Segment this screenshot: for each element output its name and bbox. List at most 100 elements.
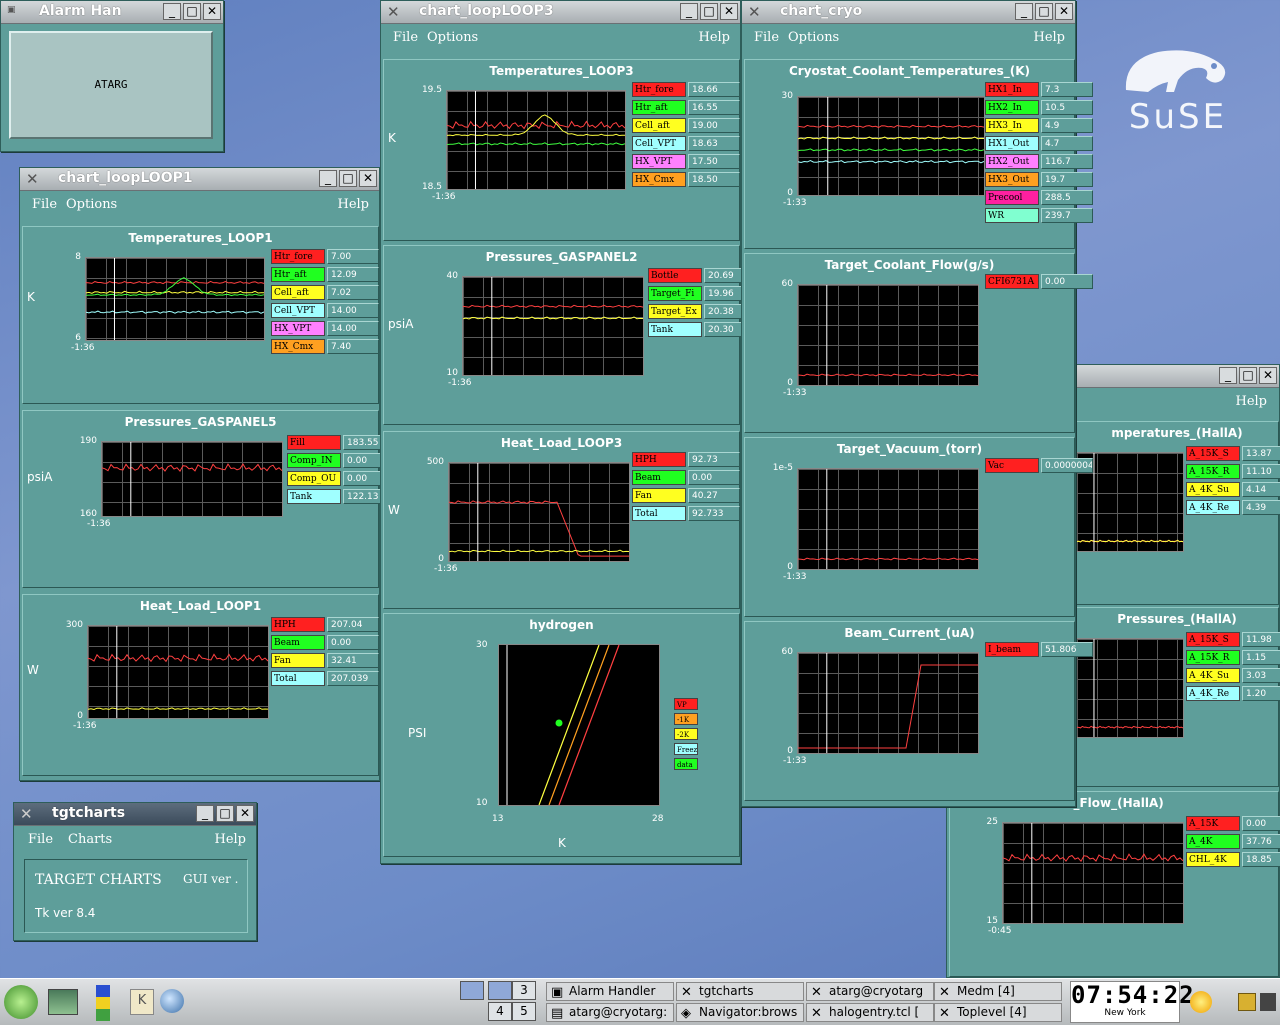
legend-entry[interactable]: -1K [674,713,698,725]
legend-entry[interactable]: Target_Fi [648,286,702,301]
plot-area[interactable] [85,257,265,341]
legend-entry[interactable]: Cell_VPT [632,136,686,151]
legend-entry[interactable]: HX3_Out [985,172,1039,187]
maximize-button[interactable]: □ [183,3,201,20]
options-menu[interactable]: Options [66,197,117,212]
plot-area[interactable] [446,90,626,190]
file-menu[interactable]: File [754,30,779,45]
legend-entry[interactable]: Tank [287,489,341,504]
plot-area[interactable] [87,625,269,719]
legend-entry[interactable]: A_4K_Su [1186,482,1240,497]
help-menu[interactable]: Help [337,197,369,212]
file-menu[interactable]: File [28,832,53,847]
help-menu[interactable]: Help [214,832,246,847]
tgtcharts-titlebar[interactable]: ✕ tgtcharts _ □ ✕ [14,803,256,826]
taskbar-task-button[interactable]: ✕ tgtcharts [676,982,804,1001]
legend-entry[interactable]: Beam [632,470,686,485]
plot-area[interactable] [797,96,985,196]
maximize-button[interactable]: □ [1239,367,1257,384]
file-menu[interactable]: File [32,197,57,212]
minimize-button[interactable]: _ [1015,3,1033,20]
legend-entry[interactable]: HX_Cmx [632,172,686,187]
taskbar-task-button[interactable]: ▤ atarg@cryotarg: [546,1003,674,1022]
options-menu[interactable]: Options [427,30,478,45]
desktop-pager-preview[interactable] [488,981,512,1000]
close-button[interactable]: ✕ [1259,367,1277,384]
minimize-button[interactable]: _ [319,170,337,187]
legend-entry[interactable]: Htr_aft [632,100,686,115]
taskbar-task-button[interactable]: ◈ Navigator:brows [676,1003,804,1022]
legend-entry[interactable]: Htr_aft [271,267,325,282]
legend-entry[interactable]: Htr_fore [632,82,686,97]
minimize-button[interactable]: _ [163,3,181,20]
taskbar-task-button[interactable]: ✕ atarg@cryotarg [806,982,934,1001]
legend-entry[interactable]: HX2_In [985,100,1039,115]
plot-area[interactable] [797,468,979,570]
plot-area[interactable] [1002,822,1184,924]
legend-entry[interactable]: Cell_aft [632,118,686,133]
charts-menu[interactable]: Charts [68,832,112,847]
legend-entry[interactable]: A_15K_R [1186,464,1240,479]
maximize-button[interactable]: □ [1035,3,1053,20]
legend-entry[interactable]: A_4K_Re [1186,686,1240,701]
kmenu-button[interactable] [4,985,38,1019]
legend-entry[interactable]: VP [674,698,698,710]
plot-area[interactable] [448,462,630,562]
lock-icon[interactable] [1238,993,1256,1011]
legend-entry[interactable]: Cell_aft [271,285,325,300]
legend-entry[interactable]: Vac [985,458,1039,473]
legend-entry[interactable]: A_15K_R [1186,650,1240,665]
legend-entry[interactable]: A_4K [1186,834,1240,849]
legend-entry[interactable]: A_4K_Su [1186,668,1240,683]
legend-entry[interactable]: Precool [985,190,1039,205]
cryo-titlebar[interactable]: ✕ chart_cryo _ □ ✕ [742,1,1075,24]
loop1-titlebar[interactable]: ✕ chart_loopLOOP1 _ □ ✕ [20,168,379,191]
minimize-button[interactable]: _ [196,805,214,822]
browser-globe-icon[interactable] [160,989,184,1013]
plot-area[interactable] [462,276,644,376]
legend-entry[interactable]: Beam [271,635,325,650]
legend-entry[interactable]: Comp_OU [287,471,341,486]
legend-entry[interactable]: CFI6731A [985,274,1039,289]
legend-entry[interactable]: WR [985,208,1039,223]
taskbar-task-button[interactable]: ▣ Alarm Handler [546,982,674,1001]
legend-entry[interactable]: -2K [674,728,698,740]
close-button[interactable]: ✕ [236,805,254,822]
legend-entry[interactable]: Fill [287,435,341,450]
legend-entry[interactable]: A_15K_S [1186,446,1240,461]
plot-area[interactable] [797,652,979,754]
logout-icon[interactable] [1260,993,1276,1011]
desktop-pager-button[interactable]: 5 [512,1002,536,1021]
legend-entry[interactable]: data [674,758,698,770]
legend-entry[interactable]: Total [271,671,325,686]
desktop-pager-active[interactable] [460,981,484,1000]
legend-entry[interactable]: Target_Ex [648,304,702,319]
legend-entry[interactable]: Total [632,506,686,521]
close-button[interactable]: ✕ [1055,3,1073,20]
taskbar-task-button[interactable]: ✕ Toplevel [4] [934,1003,1062,1022]
maximize-button[interactable]: □ [339,170,357,187]
legend-entry[interactable]: Tank [648,322,702,337]
legend-entry[interactable]: I_beam [985,642,1039,657]
panel-bar-icon[interactable] [96,985,110,1021]
desktop-pager-button[interactable]: 4 [488,1002,512,1021]
legend-entry[interactable]: HX_Cmx [271,339,325,354]
alarm-titlebar[interactable]: ▣ Alarm Han _ □ ✕ [1,1,223,24]
close-button[interactable]: ✕ [203,3,221,20]
legend-entry[interactable]: HPH [632,452,686,467]
weather-sun-icon[interactable] [1190,991,1212,1013]
phase-plot-area[interactable] [498,644,660,806]
taskbar-task-button[interactable]: ✕ Medm [4] [934,982,1062,1001]
legend-entry[interactable]: A_4K_Re [1186,500,1240,515]
konqueror-icon[interactable]: K [130,989,154,1015]
minimize-button[interactable]: _ [1219,367,1237,384]
legend-entry[interactable]: Freeze [674,743,698,755]
atarg-button[interactable]: ATARG [9,31,213,139]
plot-area[interactable] [797,284,979,386]
close-button[interactable]: ✕ [720,3,738,20]
help-menu[interactable]: Help [1235,394,1267,409]
file-menu[interactable]: File [393,30,418,45]
legend-entry[interactable]: A_15K_S [1186,632,1240,647]
help-menu[interactable]: Help [698,30,730,45]
help-menu[interactable]: Help [1033,30,1065,45]
